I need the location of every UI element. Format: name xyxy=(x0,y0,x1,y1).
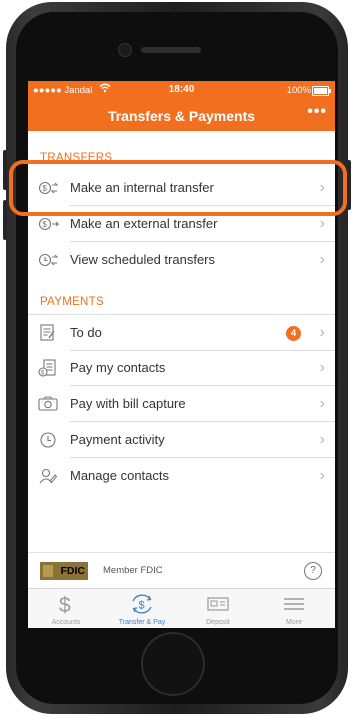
manage-contacts-row[interactable]: Manage contacts › xyxy=(28,458,335,494)
fdic-logo: FDIC xyxy=(40,562,88,580)
money-transfer-out-icon: $ xyxy=(38,215,60,233)
chevron-right-icon: › xyxy=(319,251,325,268)
svg-text:$: $ xyxy=(59,594,71,615)
highlight-box xyxy=(9,160,347,216)
payments-section-header: PAYMENTS xyxy=(40,296,104,308)
chevron-right-icon: › xyxy=(319,359,325,376)
todo-row[interactable]: To do 4 › xyxy=(28,314,335,351)
check-deposit-icon xyxy=(180,593,256,613)
page-title: Transfers & Payments xyxy=(107,108,256,124)
nav-bar: Transfers & Payments ••• xyxy=(28,101,335,131)
history-icon xyxy=(38,431,58,449)
row-label: View scheduled transfers xyxy=(70,252,216,267)
tab-deposit[interactable]: Deposit xyxy=(180,589,256,628)
chevron-right-icon: › xyxy=(319,395,325,412)
chevron-right-icon: › xyxy=(319,324,325,341)
tab-bar: $ Accounts $ Transfer & Pay Deposit More xyxy=(28,588,335,628)
front-camera xyxy=(118,43,132,57)
todo-count-badge: 4 xyxy=(286,326,301,341)
volume-down-button xyxy=(3,200,7,240)
volume-up-button xyxy=(3,150,7,190)
row-label: Pay my contacts xyxy=(70,360,166,375)
help-icon[interactable]: ? xyxy=(304,562,322,580)
chevron-right-icon: › xyxy=(319,215,325,232)
tab-more[interactable]: More xyxy=(256,589,332,628)
camera-icon xyxy=(38,395,58,413)
member-fdic-text: Member FDIC xyxy=(103,565,163,576)
row-label: To do xyxy=(70,325,102,340)
status-bar: ●●●●● Jandal 18:40 100% xyxy=(28,81,335,101)
tab-accounts[interactable]: $ Accounts xyxy=(28,589,104,628)
menu-icon xyxy=(256,593,332,613)
row-label: Pay with bill capture xyxy=(70,396,186,411)
chevron-right-icon: › xyxy=(319,467,325,484)
manage-contacts-icon xyxy=(38,467,58,485)
tab-label: More xyxy=(286,619,302,626)
transfer-pay-icon: $ xyxy=(104,593,180,614)
pay-contacts-icon: $ xyxy=(38,359,58,377)
bill-capture-row[interactable]: Pay with bill capture › xyxy=(28,386,335,422)
row-label: Payment activity xyxy=(70,432,165,447)
checklist-icon xyxy=(38,324,58,342)
fdic-footer: FDIC Member FDIC ? xyxy=(28,552,335,589)
tab-label: Deposit xyxy=(206,619,230,626)
svg-text:$: $ xyxy=(139,600,145,612)
earpiece-speaker xyxy=(141,47,201,53)
pay-contacts-row[interactable]: $ Pay my contacts › xyxy=(28,350,335,386)
chevron-right-icon: › xyxy=(319,431,325,448)
svg-text:$: $ xyxy=(42,220,47,229)
scheduled-transfers-row[interactable]: View scheduled transfers › xyxy=(28,242,335,278)
dollar-icon: $ xyxy=(28,593,104,617)
clock-transfer-icon xyxy=(38,251,59,269)
row-label: Make an external transfer xyxy=(70,216,218,231)
payment-activity-row[interactable]: Payment activity › xyxy=(28,422,335,458)
tab-label: Transfer & Pay xyxy=(118,619,166,626)
more-options-button[interactable]: ••• xyxy=(307,103,327,121)
battery-percent: 100% xyxy=(286,85,311,96)
battery-icon xyxy=(312,86,331,96)
row-label: Manage contacts xyxy=(70,468,170,483)
tab-label: Accounts xyxy=(51,619,81,626)
power-button xyxy=(347,160,351,210)
home-button[interactable] xyxy=(141,632,205,696)
tab-transfer-pay[interactable]: $ Transfer & Pay xyxy=(104,589,180,628)
